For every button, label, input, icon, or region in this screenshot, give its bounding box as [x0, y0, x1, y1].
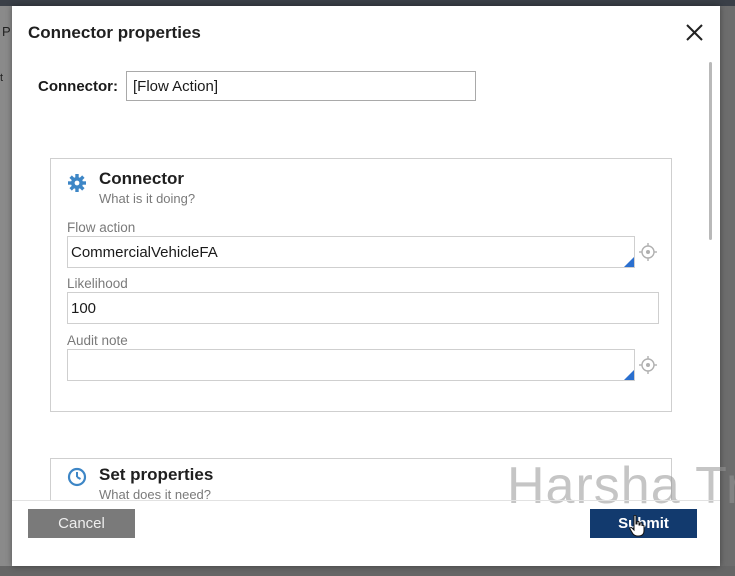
- connector-name-label: Connector:: [38, 77, 118, 95]
- close-icon: [686, 24, 703, 41]
- scrollbar-thumb[interactable]: [709, 62, 712, 240]
- submit-button[interactable]: Submit: [590, 509, 697, 538]
- dialog-body: Connector What is it doing? Flow action …: [12, 118, 704, 500]
- likelihood-field[interactable]: 100: [67, 292, 659, 324]
- autocomplete-corner-icon: [624, 257, 634, 267]
- section-title: Set properties: [99, 465, 214, 484]
- connector-section: Connector What is it doing? Flow action …: [50, 158, 672, 412]
- background-text: P: [2, 24, 11, 39]
- audit-note-field[interactable]: [67, 349, 635, 381]
- section-title: Connector: [99, 169, 184, 188]
- flow-action-field[interactable]: CommercialVehicleFA: [67, 236, 635, 268]
- section-subtitle: What is it doing?: [99, 191, 196, 206]
- section-subtitle: What does it need?: [99, 487, 212, 500]
- connector-name-row: Connector:: [38, 70, 476, 102]
- clock-icon: [67, 467, 87, 487]
- background-app-sidebar: P t: [0, 6, 12, 576]
- background-text: t: [0, 72, 4, 84]
- dialog-scrollbar[interactable]: [708, 62, 714, 502]
- close-button[interactable]: [682, 20, 708, 46]
- background-app-footer: [0, 566, 735, 576]
- cancel-button[interactable]: Cancel: [28, 509, 135, 538]
- gear-icon: [68, 174, 86, 192]
- flow-action-label: Flow action: [67, 220, 136, 235]
- connector-name-input[interactable]: [126, 71, 476, 101]
- watermark-text: Harsha Tr: [507, 457, 735, 515]
- audit-note-label: Audit note: [67, 333, 128, 348]
- flow-action-value: CommercialVehicleFA: [71, 244, 218, 261]
- likelihood-label: Likelihood: [67, 276, 128, 291]
- dialog-title: Connector properties: [28, 23, 201, 42]
- likelihood-value: 100: [71, 300, 97, 317]
- target-icon[interactable]: [639, 356, 657, 374]
- autocomplete-corner-icon: [624, 370, 634, 380]
- target-icon[interactable]: [639, 243, 657, 261]
- footer-divider: [12, 500, 720, 501]
- connector-properties-dialog: Connector properties Connector: [Flow Ac…: [12, 6, 735, 566]
